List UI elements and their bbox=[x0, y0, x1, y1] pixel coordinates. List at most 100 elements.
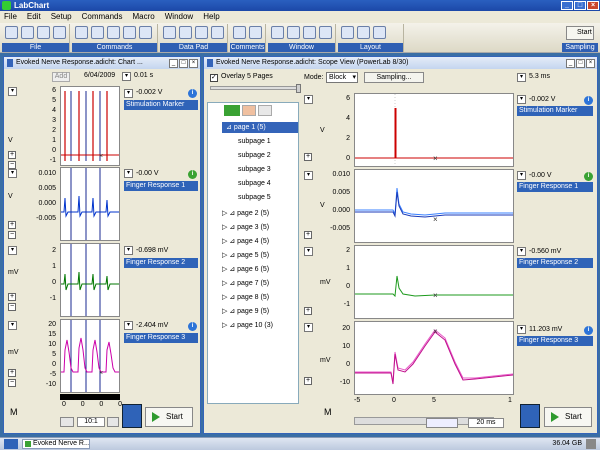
scope-channel-4-name-dropdown[interactable]: Finger Response 3 bbox=[517, 336, 593, 346]
menu-help[interactable]: Help bbox=[203, 11, 219, 23]
toolbar-start-button[interactable]: Start bbox=[566, 26, 594, 40]
page-item[interactable]: ▷ ⊿ page 10 (3) bbox=[222, 320, 273, 331]
scope-channel-3-plot[interactable]: × bbox=[354, 245, 514, 319]
overlay-checkbox[interactable]: ✓ bbox=[210, 74, 218, 82]
scope-channel-4-info-icon[interactable]: i bbox=[584, 326, 593, 335]
subpage-item[interactable]: subpage 4 bbox=[238, 178, 271, 189]
pages-view-tab-icon[interactable] bbox=[224, 105, 240, 116]
scope-close-button[interactable]: × bbox=[586, 59, 595, 68]
layout-grid-icon[interactable] bbox=[341, 26, 354, 39]
scope-time-dropdown[interactable]: ▾ bbox=[517, 73, 526, 82]
time-display-dropdown[interactable]: ▾ bbox=[122, 72, 131, 81]
subpage-item[interactable]: subpage 2 bbox=[238, 150, 271, 161]
scope-channel-4-value-menu[interactable]: ▾ bbox=[517, 325, 526, 334]
menu-file[interactable]: File bbox=[4, 11, 17, 23]
menu-commands[interactable]: Commands bbox=[82, 11, 123, 23]
subpage-item[interactable]: subpage 5 bbox=[238, 192, 271, 203]
channel-1-scale-button[interactable]: ▾ bbox=[8, 87, 17, 96]
taskbar-item[interactable]: Evoked Nerve R... bbox=[22, 439, 90, 449]
channel-3-scale-button[interactable]: ▾ bbox=[8, 246, 17, 255]
channel-1-zoom-in[interactable]: + bbox=[8, 151, 16, 159]
scope-channel-1-scale-button[interactable]: ▾ bbox=[304, 95, 313, 104]
lock-icon[interactable] bbox=[242, 105, 256, 116]
overlay-slider-thumb[interactable] bbox=[296, 84, 301, 93]
chart-minimize-button[interactable]: _ bbox=[169, 59, 178, 68]
print-icon[interactable] bbox=[53, 26, 66, 39]
scope-minimize-button[interactable]: _ bbox=[566, 59, 575, 68]
delete-page-icon[interactable] bbox=[258, 105, 272, 116]
scope-channel-3-name-dropdown[interactable]: Finger Response 2 bbox=[517, 258, 593, 268]
scope-channel-2-info-icon[interactable]: i bbox=[584, 172, 593, 181]
scope-channel-4-scale-button[interactable]: ▾ bbox=[304, 323, 313, 332]
scope-marker-icon[interactable]: M bbox=[324, 407, 332, 417]
layout-tile-icon[interactable] bbox=[357, 26, 370, 39]
channel-2-name-dropdown[interactable]: Finger Response 1 bbox=[124, 181, 198, 191]
page-item[interactable]: ▷ ⊿ page 4 (5) bbox=[222, 236, 269, 247]
monitor-icon[interactable] bbox=[122, 404, 142, 428]
menu-setup[interactable]: Setup bbox=[51, 11, 72, 23]
channel-3-name-dropdown[interactable]: Finger Response 2 bbox=[124, 258, 198, 268]
page-item[interactable]: ▷ ⊿ page 6 (5) bbox=[222, 264, 269, 275]
scope-channel-2-value-menu[interactable]: ▾ bbox=[517, 171, 526, 180]
scope-channel-4-zoom-in[interactable]: + bbox=[304, 377, 312, 385]
scope-channel-1-value-menu[interactable]: ▾ bbox=[517, 95, 526, 104]
multi-add-icon[interactable] bbox=[195, 26, 208, 39]
channel-4-zoom-in[interactable]: + bbox=[8, 369, 16, 377]
zoom-toggle-icon[interactable] bbox=[107, 417, 119, 427]
channel-4-scale-button[interactable]: ▾ bbox=[8, 321, 17, 330]
command-icon[interactable] bbox=[139, 26, 152, 39]
open-file-icon[interactable] bbox=[21, 26, 34, 39]
menu-window[interactable]: Window bbox=[165, 11, 193, 23]
overlay-slider[interactable] bbox=[210, 86, 298, 90]
waveform-view-icon[interactable] bbox=[60, 417, 74, 427]
channel-4-info-icon[interactable]: i bbox=[188, 322, 197, 331]
chart-close-button[interactable]: × bbox=[189, 59, 198, 68]
channel-3-zoom-in[interactable]: + bbox=[8, 293, 16, 301]
scope-channel-1-plot[interactable]: × bbox=[354, 93, 514, 167]
channel-4-zoom-out[interactable]: − bbox=[8, 379, 16, 387]
comments-icon[interactable] bbox=[233, 26, 246, 39]
channel-4-trace-panel[interactable]: × bbox=[60, 319, 120, 393]
channel-4-name-dropdown[interactable]: Finger Response 3 bbox=[124, 333, 198, 343]
mode-select[interactable]: Block ▾ bbox=[326, 72, 358, 83]
page-item[interactable]: ▷ ⊿ page 8 (5) bbox=[222, 292, 269, 303]
scope-channel-3-zoom-in[interactable]: + bbox=[304, 307, 312, 315]
paste-icon[interactable] bbox=[123, 26, 136, 39]
sampling-settings-button[interactable]: Sampling... bbox=[364, 72, 424, 83]
zoom-window-icon[interactable] bbox=[287, 26, 300, 39]
scope-channel-1-zoom-in[interactable]: + bbox=[304, 153, 312, 161]
scope-monitor-icon[interactable] bbox=[520, 404, 540, 428]
channel-2-zoom-out[interactable]: − bbox=[8, 231, 16, 239]
scope-channel-2-scale-button[interactable]: ▾ bbox=[304, 171, 313, 180]
scope-channel-1-name-dropdown[interactable]: Stimulation Marker bbox=[517, 106, 593, 116]
channel-3-zoom-out[interactable]: − bbox=[8, 303, 16, 311]
scope-channel-2-plot[interactable]: × bbox=[354, 169, 514, 243]
channel-1-trace-panel[interactable]: × bbox=[60, 86, 120, 166]
scope-maximize-button[interactable]: □ bbox=[576, 59, 585, 68]
menu-macro[interactable]: Macro bbox=[133, 11, 155, 23]
cut-icon[interactable] bbox=[91, 26, 104, 39]
layout-cascade-icon[interactable] bbox=[373, 26, 386, 39]
channel-1-name-dropdown[interactable]: Stimulation Marker bbox=[124, 100, 198, 110]
scope-channel-3-value-menu[interactable]: ▾ bbox=[517, 247, 526, 256]
channel-1-info-icon[interactable]: i bbox=[188, 89, 197, 98]
chart-maximize-button[interactable]: □ bbox=[179, 59, 188, 68]
data-pad-icon[interactable] bbox=[163, 26, 176, 39]
scope-start-button[interactable]: Start bbox=[544, 407, 592, 427]
xy-view-icon[interactable] bbox=[319, 26, 332, 39]
scope-channel-2-zoom-in[interactable]: + bbox=[304, 231, 312, 239]
channel-2-value-menu[interactable]: ▾ bbox=[124, 169, 133, 178]
close-button[interactable]: × bbox=[587, 1, 599, 10]
save-icon[interactable] bbox=[37, 26, 50, 39]
channel-3-value-menu[interactable]: ▾ bbox=[124, 246, 133, 255]
chart-view-icon[interactable] bbox=[271, 26, 284, 39]
channel-3-trace-panel[interactable] bbox=[60, 243, 120, 317]
add-comment-icon[interactable] bbox=[249, 26, 262, 39]
scope-zoom-controls[interactable] bbox=[426, 418, 458, 428]
marker-icon[interactable]: M bbox=[10, 407, 18, 417]
add-to-data-pad-icon[interactable] bbox=[179, 26, 192, 39]
channel-2-scale-button[interactable]: ▾ bbox=[8, 169, 17, 178]
scope-channel-2-name-dropdown[interactable]: Finger Response 1 bbox=[517, 182, 593, 192]
page-item[interactable]: ▷ ⊿ page 9 (5) bbox=[222, 306, 269, 317]
chart-start-button[interactable]: Start bbox=[145, 407, 193, 427]
